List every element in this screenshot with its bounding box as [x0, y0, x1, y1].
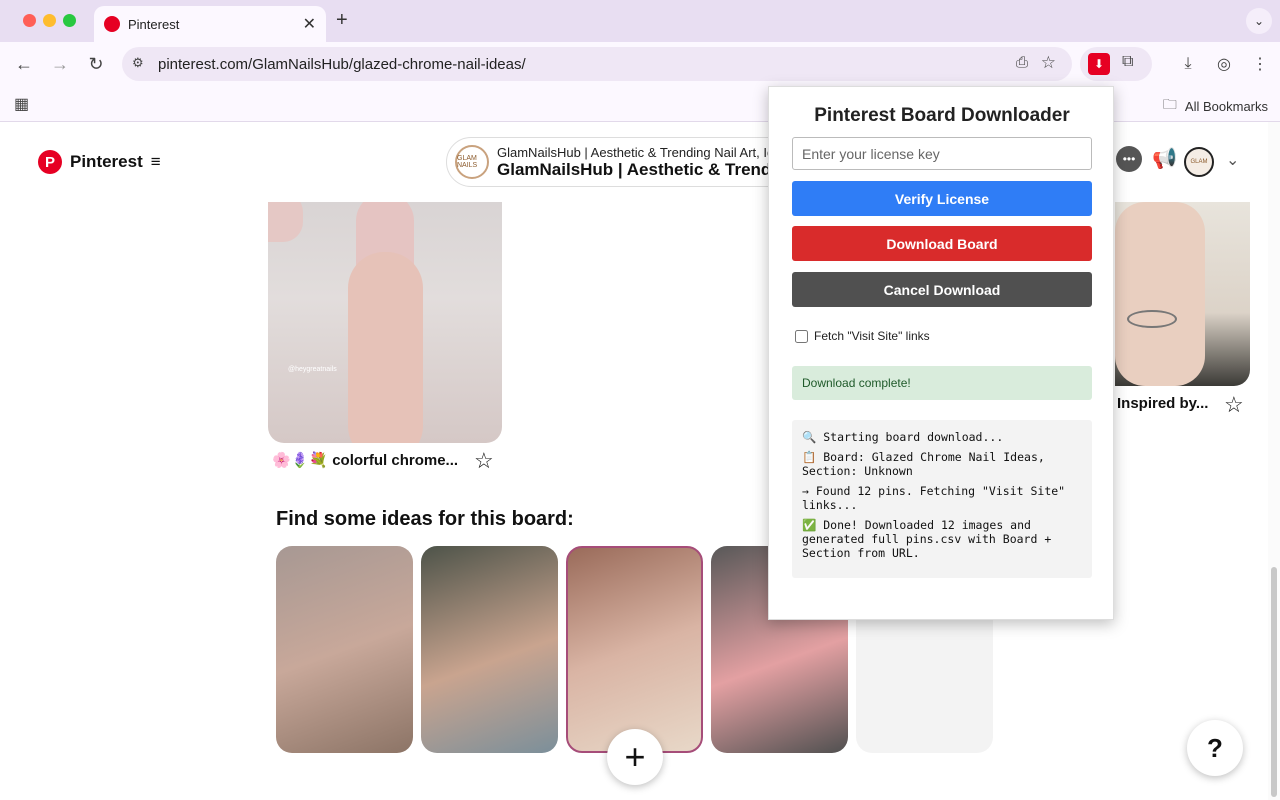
- log-line: ✅ Done! Downloaded 12 images and generat…: [802, 518, 1052, 560]
- pin-image-2[interactable]: [1115, 202, 1250, 386]
- pinterest-logo-icon: P: [38, 150, 62, 174]
- log-line: → Found 12 pins. Fetching "Visit Site" l…: [802, 484, 1066, 512]
- cancel-download-button[interactable]: Cancel Download: [792, 272, 1092, 307]
- folder-icon: 🗀: [1162, 96, 1177, 112]
- fetch-visit-site-label: Fetch "Visit Site" links: [814, 329, 930, 343]
- hamburger-menu-icon[interactable]: ≡: [151, 152, 161, 172]
- board-downloader-popup: Pinterest Board Downloader Verify Licens…: [768, 86, 1114, 620]
- pin-watermark: @heygreatnails: [288, 366, 337, 373]
- profile-icon[interactable]: ◎: [1212, 52, 1236, 76]
- idea-image-3[interactable]: [566, 546, 703, 753]
- reload-icon[interactable]: ↻: [84, 52, 108, 76]
- help-button[interactable]: ?: [1187, 720, 1243, 776]
- forward-arrow-icon[interactable]: →: [48, 52, 72, 76]
- download-board-button[interactable]: Download Board: [792, 226, 1092, 261]
- tab-title: Pinterest: [128, 16, 180, 32]
- new-tab-button[interactable]: +: [336, 9, 348, 32]
- create-plus-button[interactable]: +: [607, 729, 663, 785]
- downloads-icon[interactable]: ⤓: [1176, 52, 1200, 76]
- back-arrow-icon[interactable]: ←: [12, 52, 36, 76]
- messages-icon[interactable]: •••: [1116, 146, 1142, 172]
- idea-image-2[interactable]: [421, 546, 558, 753]
- extensions-group: ⬇ ⧉: [1080, 47, 1152, 81]
- bookmark-star-icon[interactable]: ☆: [1041, 53, 1056, 73]
- address-bar[interactable]: ⚙ pinterest.com/GlamNailsHub/glazed-chro…: [122, 47, 1072, 81]
- menu-kebab-icon[interactable]: ⋮: [1248, 52, 1272, 76]
- download-log: 🔍 Starting board download... 📋 Board: Gl…: [792, 420, 1092, 578]
- verify-license-button[interactable]: Verify License: [792, 181, 1092, 216]
- fetch-visit-site-option[interactable]: Fetch "Visit Site" links: [795, 329, 930, 343]
- browser-toolbar: ← → ↻ ⚙ pinterest.com/GlamNailsHub/glaze…: [0, 42, 1280, 86]
- megaphone-icon[interactable]: 📢: [1152, 146, 1177, 171]
- tab-pinterest[interactable]: Pinterest ✕: [94, 6, 326, 42]
- board-downloader-extension-icon[interactable]: ⬇: [1088, 53, 1110, 75]
- board-subtitle: GlamNailsHub | Aesthetic & Trending Nail…: [497, 144, 782, 160]
- pin-image-1[interactable]: @heygreatnails: [268, 202, 502, 443]
- tab-strip: Pinterest ✕ + ⌄: [0, 0, 1280, 42]
- account-chevron-down-icon[interactable]: ⌄: [1226, 150, 1239, 170]
- pinterest-logo[interactable]: P Pinterest ≡: [38, 150, 161, 174]
- all-bookmarks-button[interactable]: 🗀 All Bookmarks: [1163, 94, 1268, 118]
- scrollbar-thumb[interactable]: [1271, 567, 1277, 797]
- pin-caption-1[interactable]: 🌸🪻💐 colorful chrome...: [272, 451, 458, 469]
- log-line: 📋 Board: Glazed Chrome Nail Ideas, Secti…: [802, 450, 1045, 478]
- pin-2-favorite-star-icon[interactable]: ☆: [1224, 392, 1244, 418]
- license-key-input[interactable]: [792, 137, 1092, 170]
- url-text: pinterest.com/GlamNailsHub/glazed-chrome…: [158, 55, 526, 73]
- pin-1-favorite-star-icon[interactable]: ☆: [474, 448, 494, 474]
- maximize-window-button[interactable]: [63, 14, 76, 27]
- user-avatar[interactable]: GLAM: [1184, 147, 1214, 177]
- fetch-visit-site-checkbox[interactable]: [795, 329, 808, 343]
- tab-close-icon[interactable]: ✕: [303, 14, 316, 34]
- all-bookmarks-label: All Bookmarks: [1184, 98, 1268, 114]
- board-avatar: GLAM NAILS: [455, 145, 489, 179]
- minimize-window-button[interactable]: [43, 14, 56, 27]
- close-window-button[interactable]: [23, 14, 36, 27]
- idea-image-1[interactable]: [276, 546, 413, 753]
- site-settings-icon[interactable]: ⚙: [132, 55, 144, 71]
- pin-caption-2[interactable]: Inspired by...: [1117, 395, 1208, 412]
- ideas-section-title: Find some ideas for this board:: [276, 508, 574, 530]
- page-scrollbar[interactable]: [1268, 122, 1280, 800]
- install-app-icon[interactable]: ⎙: [1016, 54, 1028, 71]
- pinterest-logo-text: Pinterest: [70, 152, 143, 171]
- popup-title: Pinterest Board Downloader: [814, 105, 1070, 126]
- pinterest-favicon-icon: [104, 16, 120, 32]
- log-line: 🔍 Starting board download...: [802, 430, 1004, 444]
- apps-grid-icon[interactable]: ▦: [14, 94, 29, 114]
- board-title: GlamNailsHub | Aesthetic & Trending: [497, 159, 797, 179]
- extensions-puzzle-icon[interactable]: ⧉: [1122, 53, 1133, 71]
- status-message: Download complete!: [792, 366, 1092, 400]
- tab-search-chevron-icon[interactable]: ⌄: [1246, 8, 1272, 34]
